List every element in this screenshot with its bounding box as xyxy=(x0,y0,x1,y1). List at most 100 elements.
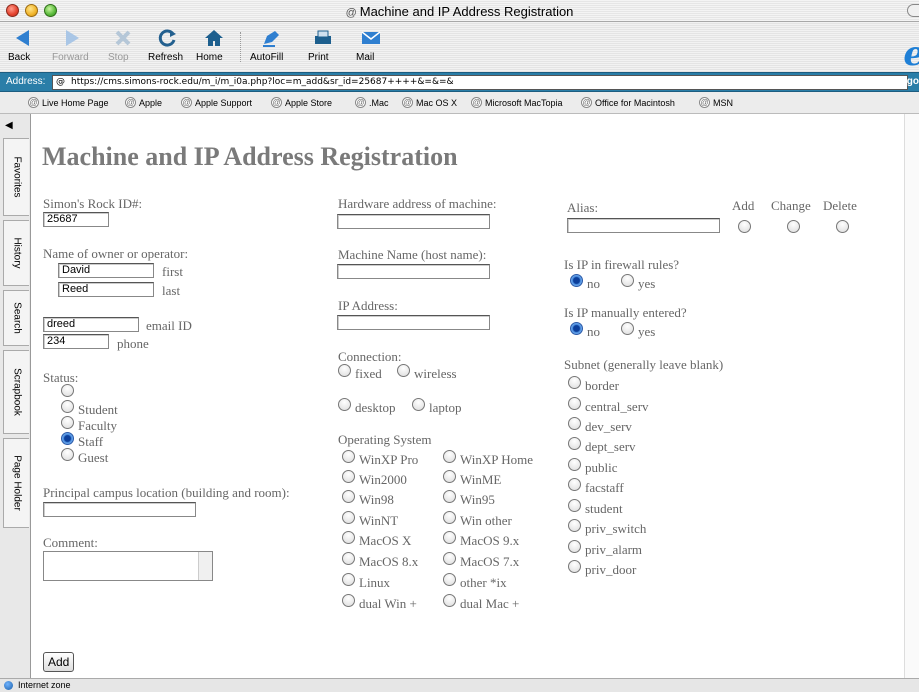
os-radio[interactable] xyxy=(342,511,355,524)
status-option-label: Guest xyxy=(78,450,109,465)
favorite-link[interactable]: @ Office for Macintosh xyxy=(581,97,675,108)
comment-scrollbar[interactable] xyxy=(198,552,212,580)
owner-label: Name of owner or operator: xyxy=(43,246,189,261)
conn-laptop-radio[interactable] xyxy=(412,398,425,411)
os-radio[interactable] xyxy=(443,594,456,607)
conn-wireless-radio[interactable] xyxy=(397,364,410,377)
last-name-field[interactable]: Reed xyxy=(58,282,154,297)
os-radio[interactable] xyxy=(443,470,456,483)
mail-label: Mail xyxy=(356,52,375,63)
firewall-no-radio[interactable] xyxy=(570,274,583,287)
os-radio[interactable] xyxy=(342,490,355,503)
os-radio[interactable] xyxy=(342,552,355,565)
add-button[interactable]: Add xyxy=(43,652,75,672)
refresh-button[interactable]: Refresh xyxy=(148,26,188,63)
favorite-link[interactable]: @ MSN xyxy=(699,97,733,108)
favorite-link[interactable]: @ .Mac xyxy=(355,97,389,108)
alias-field[interactable] xyxy=(567,218,720,233)
os-radio[interactable] xyxy=(443,531,456,544)
os-radio[interactable] xyxy=(342,470,355,483)
tab-scrapbook[interactable]: Scrapbook xyxy=(3,350,29,434)
email-field[interactable]: dreed xyxy=(43,317,139,332)
status-radio-blank[interactable] xyxy=(61,384,74,397)
status-radio-faculty[interactable] xyxy=(61,416,74,429)
alias-change-radio[interactable] xyxy=(787,220,800,233)
manual-label: Is IP manually entered? xyxy=(564,305,687,320)
subnet-radio[interactable] xyxy=(568,458,581,471)
home-button[interactable]: Home xyxy=(196,26,232,63)
subnet-radio[interactable] xyxy=(568,519,581,532)
favorite-link[interactable]: @ Apple Support xyxy=(181,97,252,108)
conn-wireless-label: wireless xyxy=(414,366,457,381)
collapse-sidebar-icon[interactable]: ◀ xyxy=(5,120,13,131)
subnet-radio[interactable] xyxy=(568,499,581,512)
os-radio[interactable] xyxy=(342,531,355,544)
print-button[interactable]: Print xyxy=(308,26,338,63)
autofill-pen-icon xyxy=(259,26,285,50)
back-button[interactable]: Back xyxy=(8,26,38,63)
favorite-label: Mac OS X xyxy=(416,97,458,108)
alias-add-radio[interactable] xyxy=(738,220,751,233)
favorite-label: MSN xyxy=(713,97,733,108)
os-radio[interactable] xyxy=(342,573,355,586)
firewall-yes-radio[interactable] xyxy=(621,274,634,287)
address-input[interactable]: @ https://cms.simons-rock.edu/m_i/m_i0a.… xyxy=(52,75,908,90)
os-radio[interactable] xyxy=(443,552,456,565)
host-name-field[interactable] xyxy=(337,264,490,279)
favorite-link[interactable]: @ Microsoft MacTopia xyxy=(471,97,563,108)
os-option-label: Win98 xyxy=(359,492,394,507)
toolbar-toggle-button[interactable] xyxy=(907,4,919,17)
subnet-option-label: facstaff xyxy=(585,480,624,495)
tab-page-holder[interactable]: Page Holder xyxy=(3,438,29,528)
stop-button[interactable]: Stop xyxy=(108,26,138,63)
tab-favorites[interactable]: Favorites xyxy=(3,138,29,216)
subnet-radio[interactable] xyxy=(568,417,581,430)
forward-button[interactable]: Forward xyxy=(52,26,92,63)
subnet-radio[interactable] xyxy=(568,437,581,450)
subnet-radio[interactable] xyxy=(568,478,581,491)
manual-no-radio[interactable] xyxy=(570,322,583,335)
status-radio-staff[interactable] xyxy=(61,432,74,445)
connection-label: Connection: xyxy=(338,349,402,364)
mail-button[interactable]: Mail xyxy=(356,26,386,63)
alias-delete-radio[interactable] xyxy=(836,220,849,233)
page-title: Machine and IP Address Registration xyxy=(42,142,458,171)
tab-search[interactable]: Search xyxy=(3,290,29,346)
favorite-link[interactable]: @ Mac OS X xyxy=(402,97,457,108)
status-radio-student[interactable] xyxy=(61,400,74,413)
manual-yes-radio[interactable] xyxy=(621,322,634,335)
os-radio[interactable] xyxy=(443,450,456,463)
tab-label: Search xyxy=(11,302,22,334)
os-radio[interactable] xyxy=(342,594,355,607)
comment-textarea[interactable] xyxy=(43,551,213,581)
subnet-radio[interactable] xyxy=(568,540,581,553)
os-radio[interactable] xyxy=(443,490,456,503)
favorites-bar: @ Live Home Page @ Apple @ Apple Support @ A… xyxy=(0,92,919,114)
favorite-link[interactable]: @ Live Home Page xyxy=(28,97,109,108)
first-name-field[interactable]: David xyxy=(58,263,154,278)
hw-address-field[interactable] xyxy=(337,214,490,229)
tab-history[interactable]: History xyxy=(3,220,29,286)
back-arrow-icon xyxy=(10,26,36,50)
conn-fixed-radio[interactable] xyxy=(338,364,351,377)
ip-address-field[interactable] xyxy=(337,315,490,330)
autofill-button[interactable]: AutoFill xyxy=(250,26,294,63)
phone-field[interactable]: 234 xyxy=(43,334,109,349)
conn-desktop-radio[interactable] xyxy=(338,398,351,411)
subnet-radio[interactable] xyxy=(568,397,581,410)
os-option-label: MacOS X xyxy=(359,533,412,548)
subnet-radio[interactable] xyxy=(568,560,581,573)
status-radio-guest[interactable] xyxy=(61,448,74,461)
go-button[interactable]: › go xyxy=(901,76,919,87)
location-field[interactable] xyxy=(43,502,196,517)
subnet-option-label: dept_serv xyxy=(585,439,636,454)
alias-delete-label: Delete xyxy=(823,198,857,213)
os-radio[interactable] xyxy=(443,573,456,586)
favorite-link[interactable]: @ Apple Store xyxy=(271,97,332,108)
id-field[interactable]: 25687 xyxy=(43,212,109,227)
favorite-link[interactable]: @ Apple xyxy=(125,97,162,108)
subnet-radio[interactable] xyxy=(568,376,581,389)
os-radio[interactable] xyxy=(342,450,355,463)
os-radio[interactable] xyxy=(443,511,456,524)
page-scrollbar[interactable] xyxy=(904,114,919,678)
